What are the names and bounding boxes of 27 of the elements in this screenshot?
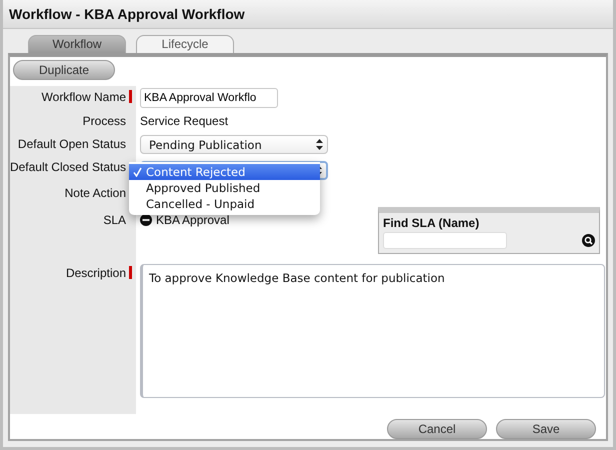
status-dropdown[interactable]: Pending Publication: [140, 135, 328, 154]
checkmark-icon: [133, 167, 142, 177]
dialog-button[interactable]: Cancel: [387, 419, 487, 439]
description-field[interactable]: To approve Knowledge Base content for publication: [140, 264, 605, 398]
remove-icon[interactable]: [140, 214, 152, 226]
field-label: SLA: [103, 213, 126, 227]
process-value: Service Request: [140, 113, 228, 128]
menu-item[interactable]: Approved Published: [129, 180, 320, 196]
search-icon[interactable]: [582, 234, 595, 247]
find-sla-label: Find SLA (Name): [383, 216, 480, 230]
field-label: Default Closed Status: [10, 160, 126, 174]
field-label: Note Action: [64, 186, 126, 200]
menu-item[interactable]: Cancelled - Unpaid: [129, 196, 320, 212]
workflow-name-field[interactable]: KBA Approval Workflo: [140, 88, 278, 108]
field-label: Description: [66, 266, 126, 280]
find-sla-field[interactable]: [383, 232, 507, 249]
sla-value: KBA Approval: [156, 213, 230, 227]
stepper-arrows-icon: [316, 139, 323, 150]
field-label: Default Open Status: [18, 137, 126, 151]
dialog-button[interactable]: Save: [496, 419, 596, 439]
field-label: Process: [82, 114, 126, 128]
tab[interactable]: Workflow: [28, 35, 126, 53]
field-label: Workflow Name: [42, 90, 126, 104]
duplicate-button[interactable]: Duplicate: [13, 60, 115, 80]
window-title: Workflow - KBA Approval Workflow: [3, 0, 613, 29]
menu-item[interactable]: Content Rejected: [129, 164, 320, 180]
tab[interactable]: Lifecycle: [136, 35, 234, 53]
